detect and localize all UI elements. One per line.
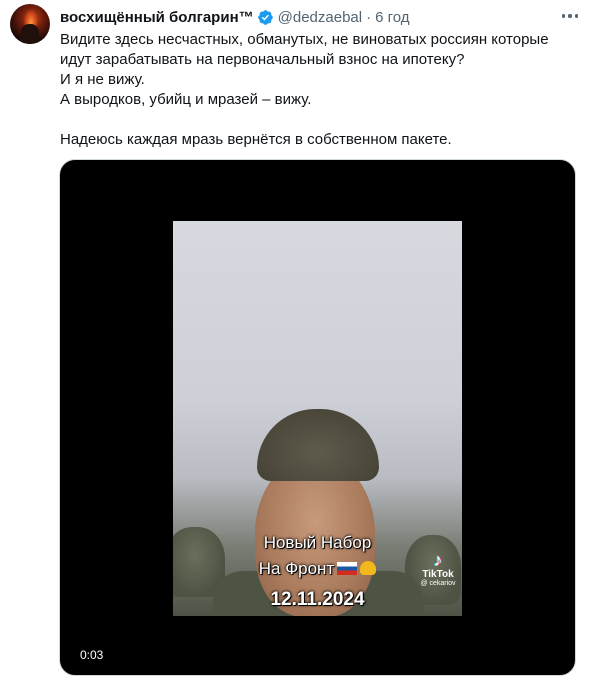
tiktok-brand: TikTok [422, 569, 454, 580]
tiktok-username: @ cekariov [420, 580, 456, 587]
more-dot [561, 14, 566, 18]
tweet-line: Видите здесь несчастных, обманутых, не в… [60, 31, 549, 48]
russian-flag-icon [337, 562, 358, 575]
video-frame: Новый Набор На Фронт 12.11.2024 ♪ TikTok… [173, 221, 462, 616]
video-player[interactable]: Новый Набор На Фронт 12.11.2024 ♪ TikTok… [59, 159, 576, 676]
tweet-line: А выродков, убийц и мразей – вижу. [60, 91, 312, 108]
more-options-icon[interactable] [560, 8, 580, 24]
video-caption-line1: Новый Набор [263, 533, 372, 552]
video-caption-date: 12.11.2024 [270, 589, 365, 610]
tweet-line: И я не вижу. [60, 71, 145, 88]
header-separator: · [366, 8, 372, 26]
more-dot [574, 14, 579, 18]
tweet-line-gap [60, 110, 580, 130]
tweet-text: Видите здесь несчастных, обманутых, не в… [60, 30, 580, 150]
tiktok-watermark: ♪ TikTok @ cekariov [418, 551, 458, 587]
flexed-biceps-icon [360, 561, 377, 575]
tweet-timestamp[interactable]: 6 год [375, 9, 409, 26]
author-handle[interactable]: @dedzaebal [278, 9, 362, 26]
verified-badge-icon [257, 9, 273, 25]
tiktok-logo-icon: ♪ [433, 550, 443, 570]
tweet-line: идут зарабатывать на первоначальный взно… [60, 51, 465, 68]
video-elapsed-time: 0:03 [80, 648, 104, 662]
author-avatar[interactable] [10, 4, 50, 44]
tweet-card[interactable]: восхищённый болгарин™ @dedzaebal · 6 год… [0, 0, 598, 682]
tweet-line: Надеюсь каждая мразь вернётся в собствен… [60, 131, 452, 148]
avatar-figure [21, 24, 39, 44]
tweet-header: восхищённый болгарин™ @dedzaebal · 6 год [60, 7, 410, 27]
video-caption-text: На Фронт [258, 559, 335, 578]
soldier-cap [257, 409, 379, 481]
author-name[interactable]: восхищённый болгарин™ [60, 9, 254, 26]
more-dot [568, 14, 572, 18]
